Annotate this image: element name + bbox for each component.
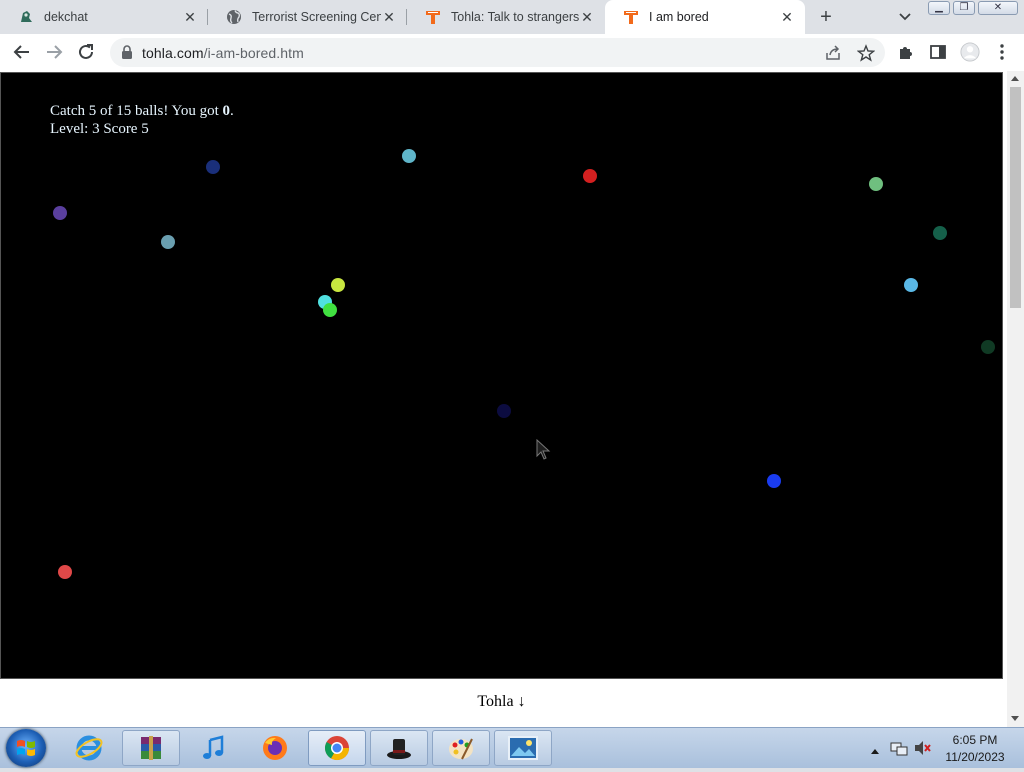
tohla-favicon-icon: [623, 9, 639, 25]
lock-icon[interactable]: [121, 45, 133, 64]
network-icon[interactable]: [890, 740, 908, 761]
mouse-cursor-icon: [536, 438, 552, 466]
url-domain: tohla.com: [142, 45, 204, 61]
close-tab-icon[interactable]: ✕: [779, 9, 795, 25]
new-tab-button[interactable]: +: [815, 7, 837, 27]
game-ball[interactable]: [767, 474, 781, 488]
tab-title: Tohla: Talk to strangers: [451, 10, 579, 24]
game-canvas[interactable]: Catch 5 of 15 balls! You got 0. Level: 3…: [0, 72, 1003, 679]
game-ball[interactable]: [933, 226, 947, 240]
game-ball[interactable]: [869, 177, 883, 191]
side-panel-icon[interactable]: [928, 42, 948, 62]
tab-dekchat[interactable]: dekchat ✕: [0, 0, 208, 34]
game-instructions: Catch 5 of 15 balls! You got 0.: [50, 103, 234, 120]
windows-taskbar: 6:05 PM 11/20/2023: [0, 727, 1024, 768]
tab-title: I am bored: [649, 10, 709, 24]
catch-text: Catch 5 of 15 balls! You got: [50, 103, 223, 119]
url-text[interactable]: tohla.com/i-am-bored.htm: [142, 45, 304, 61]
tohla-favicon-icon: [425, 9, 441, 25]
tab-strip: dekchat ✕ Terrorist Screening Cente ✕ To…: [0, 0, 1024, 34]
photo-viewer-icon[interactable]: [494, 730, 552, 766]
winrar-icon[interactable]: [122, 730, 180, 766]
volume-muted-icon[interactable]: [914, 740, 932, 761]
url-path: /i-am-bored.htm: [203, 45, 304, 61]
menu-kebab-icon[interactable]: [992, 42, 1012, 62]
globe-icon: [226, 9, 242, 25]
minimize-button[interactable]: ▁: [928, 1, 950, 15]
browser-toolbar: tohla.com/i-am-bored.htm: [0, 34, 1024, 72]
game-ball[interactable]: [904, 278, 918, 292]
internet-explorer-icon[interactable]: [60, 730, 118, 766]
close-window-button[interactable]: ✕: [978, 1, 1018, 15]
tab-i-am-bored[interactable]: I am bored ✕: [605, 0, 805, 34]
caught-count: 0: [222, 103, 231, 119]
start-button[interactable]: [6, 729, 46, 767]
chrome-icon[interactable]: [308, 730, 366, 766]
firefox-icon[interactable]: [246, 730, 304, 766]
profile-avatar-icon[interactable]: [960, 42, 980, 62]
game-ball[interactable]: [53, 206, 67, 220]
reload-icon[interactable]: [76, 42, 96, 62]
catch-suffix: .: [230, 103, 234, 119]
show-hidden-icons-arrow-icon[interactable]: [870, 742, 880, 760]
tab-terrorist-screening[interactable]: Terrorist Screening Cente ✕: [208, 0, 407, 34]
close-tab-icon[interactable]: ✕: [182, 9, 198, 25]
dekchat-favicon-icon: [18, 9, 34, 25]
game-ball[interactable]: [161, 235, 175, 249]
game-ball[interactable]: [402, 149, 416, 163]
forward-arrow-icon[interactable]: [44, 42, 64, 62]
share-icon[interactable]: [824, 44, 842, 67]
game-ball[interactable]: [497, 404, 511, 418]
game-ball[interactable]: [58, 565, 72, 579]
clock-date[interactable]: 11/20/2023: [940, 750, 1010, 764]
scroll-up-arrow-icon[interactable]: [1011, 76, 1019, 81]
back-arrow-icon[interactable]: [12, 42, 32, 62]
game-ball[interactable]: [583, 169, 597, 183]
tab-tohla-talk[interactable]: Tohla: Talk to strangers ✕: [407, 0, 605, 34]
close-tab-icon[interactable]: ✕: [579, 9, 595, 25]
extensions-puzzle-icon[interactable]: [896, 42, 916, 62]
game-ball[interactable]: [206, 160, 220, 174]
tohla-footer-link[interactable]: Tohla ↓: [0, 693, 1003, 711]
bookmark-star-icon[interactable]: [856, 44, 876, 67]
tab-title: dekchat: [44, 10, 88, 24]
address-bar[interactable]: tohla.com/i-am-bored.htm: [110, 38, 885, 67]
game-ball[interactable]: [323, 303, 337, 317]
game-ball[interactable]: [331, 278, 345, 292]
itunes-icon[interactable]: [184, 730, 242, 766]
top-hat-icon[interactable]: [370, 730, 428, 766]
tab-title: Terrorist Screening Cente: [252, 10, 381, 24]
scrollbar-thumb[interactable]: [1010, 87, 1021, 308]
paint-icon[interactable]: [432, 730, 490, 766]
level-score: Level: 3 Score 5: [50, 121, 149, 137]
vertical-scrollbar[interactable]: [1007, 71, 1024, 727]
game-ball[interactable]: [981, 340, 995, 354]
scroll-down-arrow-icon[interactable]: [1011, 716, 1019, 721]
clock-time[interactable]: 6:05 PM: [940, 733, 1010, 747]
close-tab-icon[interactable]: ✕: [381, 9, 397, 25]
page-viewport: Catch 5 of 15 balls! You got 0. Level: 3…: [0, 71, 1024, 727]
tab-search-chevron-icon[interactable]: [896, 9, 914, 25]
restore-button[interactable]: ❐: [953, 1, 975, 15]
